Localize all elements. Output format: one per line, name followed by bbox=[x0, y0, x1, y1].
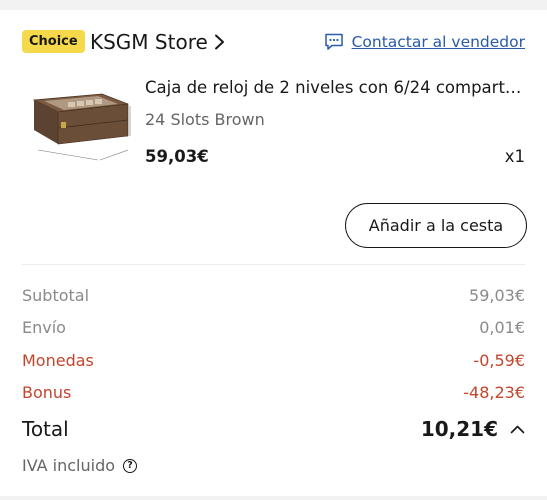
section-divider bbox=[22, 264, 525, 265]
product-image[interactable] bbox=[28, 86, 132, 170]
tax-note-label: IVA incluido bbox=[22, 456, 116, 475]
coins-value: -0,59€ bbox=[473, 351, 525, 370]
contact-seller-label: Contactar al vendedor bbox=[351, 33, 525, 51]
product-price: 59,03€ bbox=[145, 147, 209, 166]
tax-note: IVA incluido ? bbox=[22, 455, 138, 477]
store-name: KSGM Store bbox=[90, 30, 208, 54]
choice-badge: Choice bbox=[22, 30, 85, 53]
shipping-label: Envío bbox=[22, 318, 66, 337]
total-value: 10,21€ bbox=[420, 417, 498, 441]
total-label: Total bbox=[22, 417, 69, 441]
chevron-right-icon bbox=[214, 34, 224, 50]
shipping-row: Envío 0,01€ bbox=[22, 317, 525, 339]
add-to-cart-button[interactable]: Añadir a la cesta bbox=[345, 203, 527, 248]
product-title[interactable]: Caja de reloj de 2 niveles con 6/24 comp… bbox=[145, 76, 525, 100]
coins-label: Monedas bbox=[22, 351, 94, 370]
coins-row: Monedas -0,59€ bbox=[22, 350, 525, 372]
bottom-spacer bbox=[0, 496, 547, 500]
product-variant: 24 Slots Brown bbox=[145, 110, 265, 129]
chat-bubble-icon bbox=[324, 33, 343, 50]
total-row[interactable]: Total 10,21€ bbox=[22, 415, 525, 443]
subtotal-label: Subtotal bbox=[22, 286, 90, 305]
subtotal-row: Subtotal 59,03€ bbox=[22, 285, 525, 307]
chevron-up-icon[interactable] bbox=[510, 425, 525, 434]
store-link[interactable]: KSGM Store bbox=[90, 29, 225, 55]
top-spacer bbox=[0, 0, 547, 10]
shipping-value: 0,01€ bbox=[479, 318, 525, 337]
bonus-label: Bonus bbox=[22, 383, 72, 402]
total-amount: 10,21€ bbox=[421, 415, 525, 443]
bonus-row: Bonus -48,23€ bbox=[22, 382, 525, 404]
contact-seller-link[interactable]: Contactar al vendedor bbox=[324, 31, 525, 53]
subtotal-value: 59,03€ bbox=[469, 286, 525, 305]
bonus-value: -48,23€ bbox=[463, 383, 525, 402]
question-circle-icon[interactable]: ? bbox=[123, 459, 138, 473]
product-quantity: x1 bbox=[504, 147, 525, 166]
